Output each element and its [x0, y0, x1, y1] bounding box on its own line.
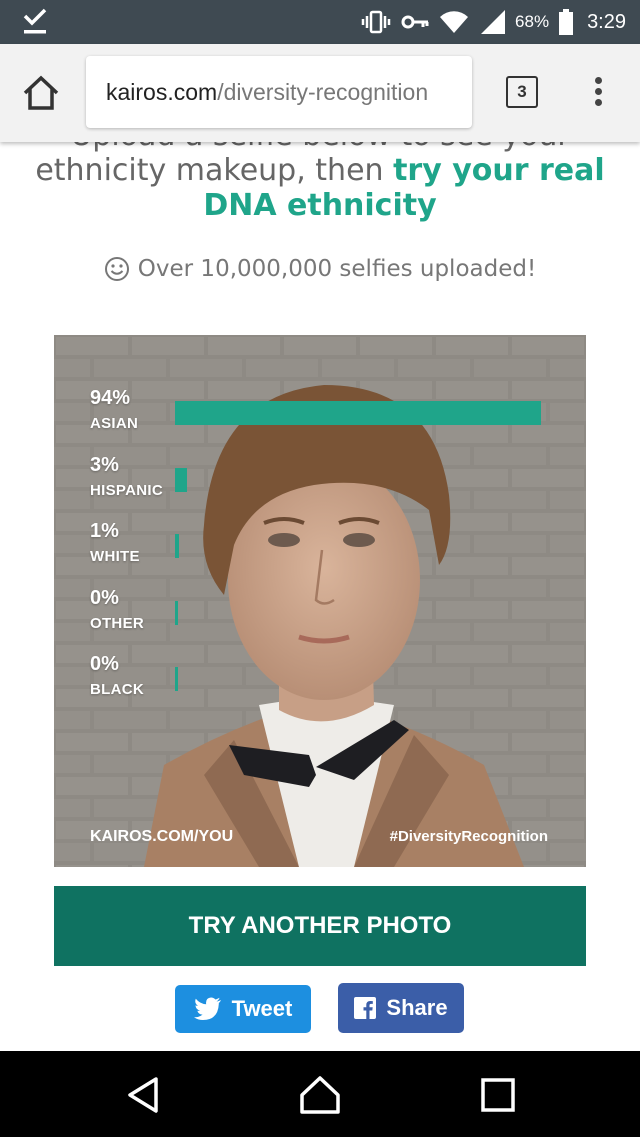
ethnicity-label: WHITE	[90, 548, 140, 565]
selfie-counter-text: Over 10,000,000 selfies uploaded!	[137, 256, 537, 282]
ethnicity-result-image: 94% ASIAN 3% HISPANIC 1% WHITE 0% OTHER …	[54, 335, 586, 867]
ethnicity-percent: 0%	[90, 653, 119, 675]
headline-text: ethnicity makeup, then	[35, 153, 394, 188]
smiley-icon	[104, 257, 129, 281]
wifi-icon	[440, 11, 469, 34]
vibrate-icon	[361, 10, 391, 34]
battery-icon	[559, 9, 574, 35]
ethnicity-percent: 94%	[90, 387, 131, 409]
ethnicity-bar-asian	[175, 401, 541, 425]
ethnicity-label: OTHER	[90, 615, 144, 632]
recents-icon[interactable]	[476, 1073, 520, 1117]
ethnicity-percent: 1%	[90, 520, 119, 542]
try-another-photo-button[interactable]: TRY ANOTHER PHOTO	[54, 886, 586, 966]
battery-percent: 68%	[515, 12, 550, 31]
tab-switcher-button[interactable]: 3	[506, 76, 538, 108]
ethnicity-bar-other	[175, 601, 178, 625]
url-path: /diversity-recognition	[217, 78, 429, 105]
url-domain: kairos.com	[106, 78, 218, 105]
clock: 3:29	[587, 10, 626, 33]
android-nav-bar	[0, 1051, 640, 1137]
ethnicity-bar-hispanic	[175, 468, 187, 492]
ethnicity-row-black: 0% BLACK	[90, 653, 144, 698]
overflow-menu-icon[interactable]	[588, 74, 608, 114]
twitter-bird-icon	[193, 997, 221, 1020]
status-bar: 68% 3:29	[0, 0, 640, 44]
kairos-url-watermark: KAIROS.COM/YOU	[90, 828, 234, 845]
back-icon[interactable]	[122, 1073, 166, 1117]
status-icons: 68% 3:29	[361, 0, 626, 44]
ethnicity-row-asian: 94% ASIAN	[90, 387, 138, 432]
home-icon[interactable]	[298, 1073, 342, 1117]
signal-icon	[481, 10, 506, 34]
selfie-counter: Over 10,000,000 selfies uploaded!	[20, 256, 620, 282]
ethnicity-percent: 0%	[90, 587, 119, 609]
share-label: Share	[386, 995, 448, 1020]
hashtag-watermark: #DiversityRecognition	[389, 828, 548, 845]
ethnicity-bar-black	[175, 667, 178, 691]
ethnicity-row-other: 0% OTHER	[90, 587, 144, 632]
download-done-icon	[23, 8, 47, 34]
tweet-button[interactable]: Tweet	[175, 985, 311, 1033]
ethnicity-bar-white	[175, 534, 179, 558]
tweet-label: Tweet	[231, 996, 293, 1021]
browser-toolbar: kairos.com/diversity-recognition 3	[0, 44, 640, 142]
home-icon[interactable]	[20, 72, 62, 114]
ethnicity-percent: 3%	[90, 454, 119, 476]
ethnicity-row-hispanic: 3% HISPANIC	[90, 454, 163, 499]
ethnicity-label: ASIAN	[90, 415, 139, 432]
key-icon	[401, 15, 429, 29]
ethnicity-row-white: 1% WHITE	[90, 520, 140, 565]
facebook-share-button[interactable]: Share	[338, 983, 464, 1033]
url-bar[interactable]: kairos.com/diversity-recognition	[86, 56, 472, 128]
facebook-icon	[354, 997, 377, 1019]
ethnicity-label: BLACK	[90, 681, 144, 698]
ethnicity-label: HISPANIC	[90, 482, 163, 499]
